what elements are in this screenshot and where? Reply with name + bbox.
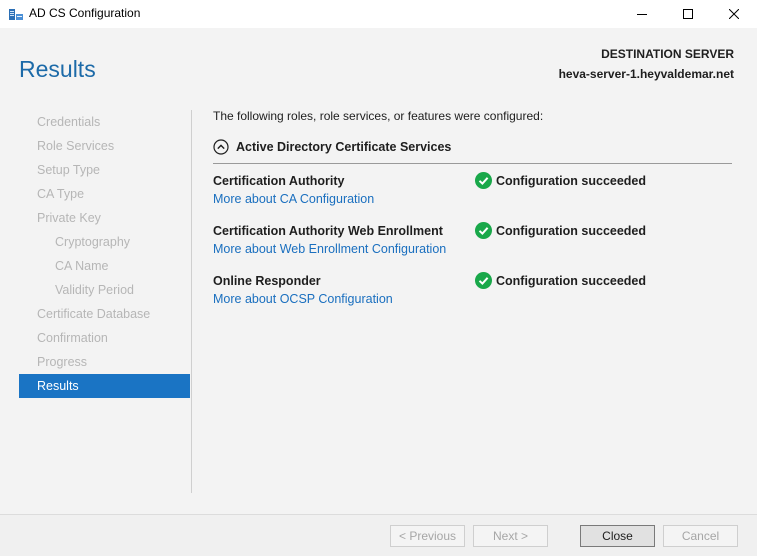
status: Configuration succeeded [475,222,646,239]
nav-item-certificate-database: Certificate Database [37,307,151,321]
status: Configuration succeeded [475,272,646,289]
previous-button[interactable]: < Previous [390,525,465,547]
status-text: Configuration succeeded [496,273,647,288]
nav-divider [191,110,192,493]
success-check-icon [475,272,492,289]
minimize-icon [637,14,647,15]
intro-text: The following roles, role services, or f… [213,109,544,123]
role-service-name: Online Responder [213,274,321,288]
status-text: Configuration succeeded [496,223,647,238]
success-check-icon [475,172,492,189]
next-button[interactable]: Next > [473,525,548,547]
role-service-name: Certification Authority Web Enrollment [213,224,443,238]
section-header[interactable]: Active Directory Certificate Services [213,139,451,155]
wizard-nav: Credentials Role Services Setup Type CA … [19,110,190,398]
nav-item-ca-name: CA Name [55,259,109,273]
result-row: Certification Authority Web Enrollment M… [213,222,733,264]
nav-item-credentials: Credentials [37,115,101,129]
destination-server-label: DESTINATION SERVER [601,47,734,61]
server-manager-icon [9,9,23,20]
page-title: Results [19,56,96,82]
more-about-link[interactable]: More about CA Configuration [213,192,374,206]
nav-item-role-services: Role Services [37,139,115,153]
close-icon [729,9,739,19]
nav-item-progress: Progress [37,355,88,369]
nav-item-setup-type: Setup Type [37,163,101,177]
more-about-link[interactable]: More about Web Enrollment Configuration [213,242,446,256]
title-bar: AD CS Configuration [0,0,757,28]
role-service-name: Certification Authority [213,174,345,188]
close-button[interactable]: Close [580,525,655,547]
collapse-chevron-icon[interactable] [213,139,229,155]
nav-item-validity-period: Validity Period [55,283,134,297]
status: Configuration succeeded [475,172,646,189]
maximize-button[interactable] [665,0,711,28]
status-text: Configuration succeeded [496,173,647,188]
result-row: Online Responder More about OCSP Configu… [213,272,733,314]
more-about-link[interactable]: More about OCSP Configuration [213,292,393,306]
close-window-button[interactable] [711,0,757,28]
nav-item-confirmation: Confirmation [37,331,108,345]
nav-item-private-key: Private Key [37,211,101,225]
destination-server-name: heva-server-1.heyvaldemar.net [558,67,734,81]
result-row: Certification Authority More about CA Co… [213,172,733,214]
cancel-button[interactable]: Cancel [663,525,738,547]
section-divider [213,163,732,164]
window-title: AD CS Configuration [29,6,141,20]
minimize-button[interactable] [619,0,665,28]
section-title: Active Directory Certificate Services [236,140,452,154]
nav-item-results[interactable]: Results [19,374,190,398]
success-check-icon [475,222,492,239]
nav-item-cryptography: Cryptography [55,235,131,249]
wizard-footer: < Previous Next > Close Cancel [0,514,757,556]
nav-item-ca-type: CA Type [37,187,85,201]
maximize-icon [683,9,693,19]
